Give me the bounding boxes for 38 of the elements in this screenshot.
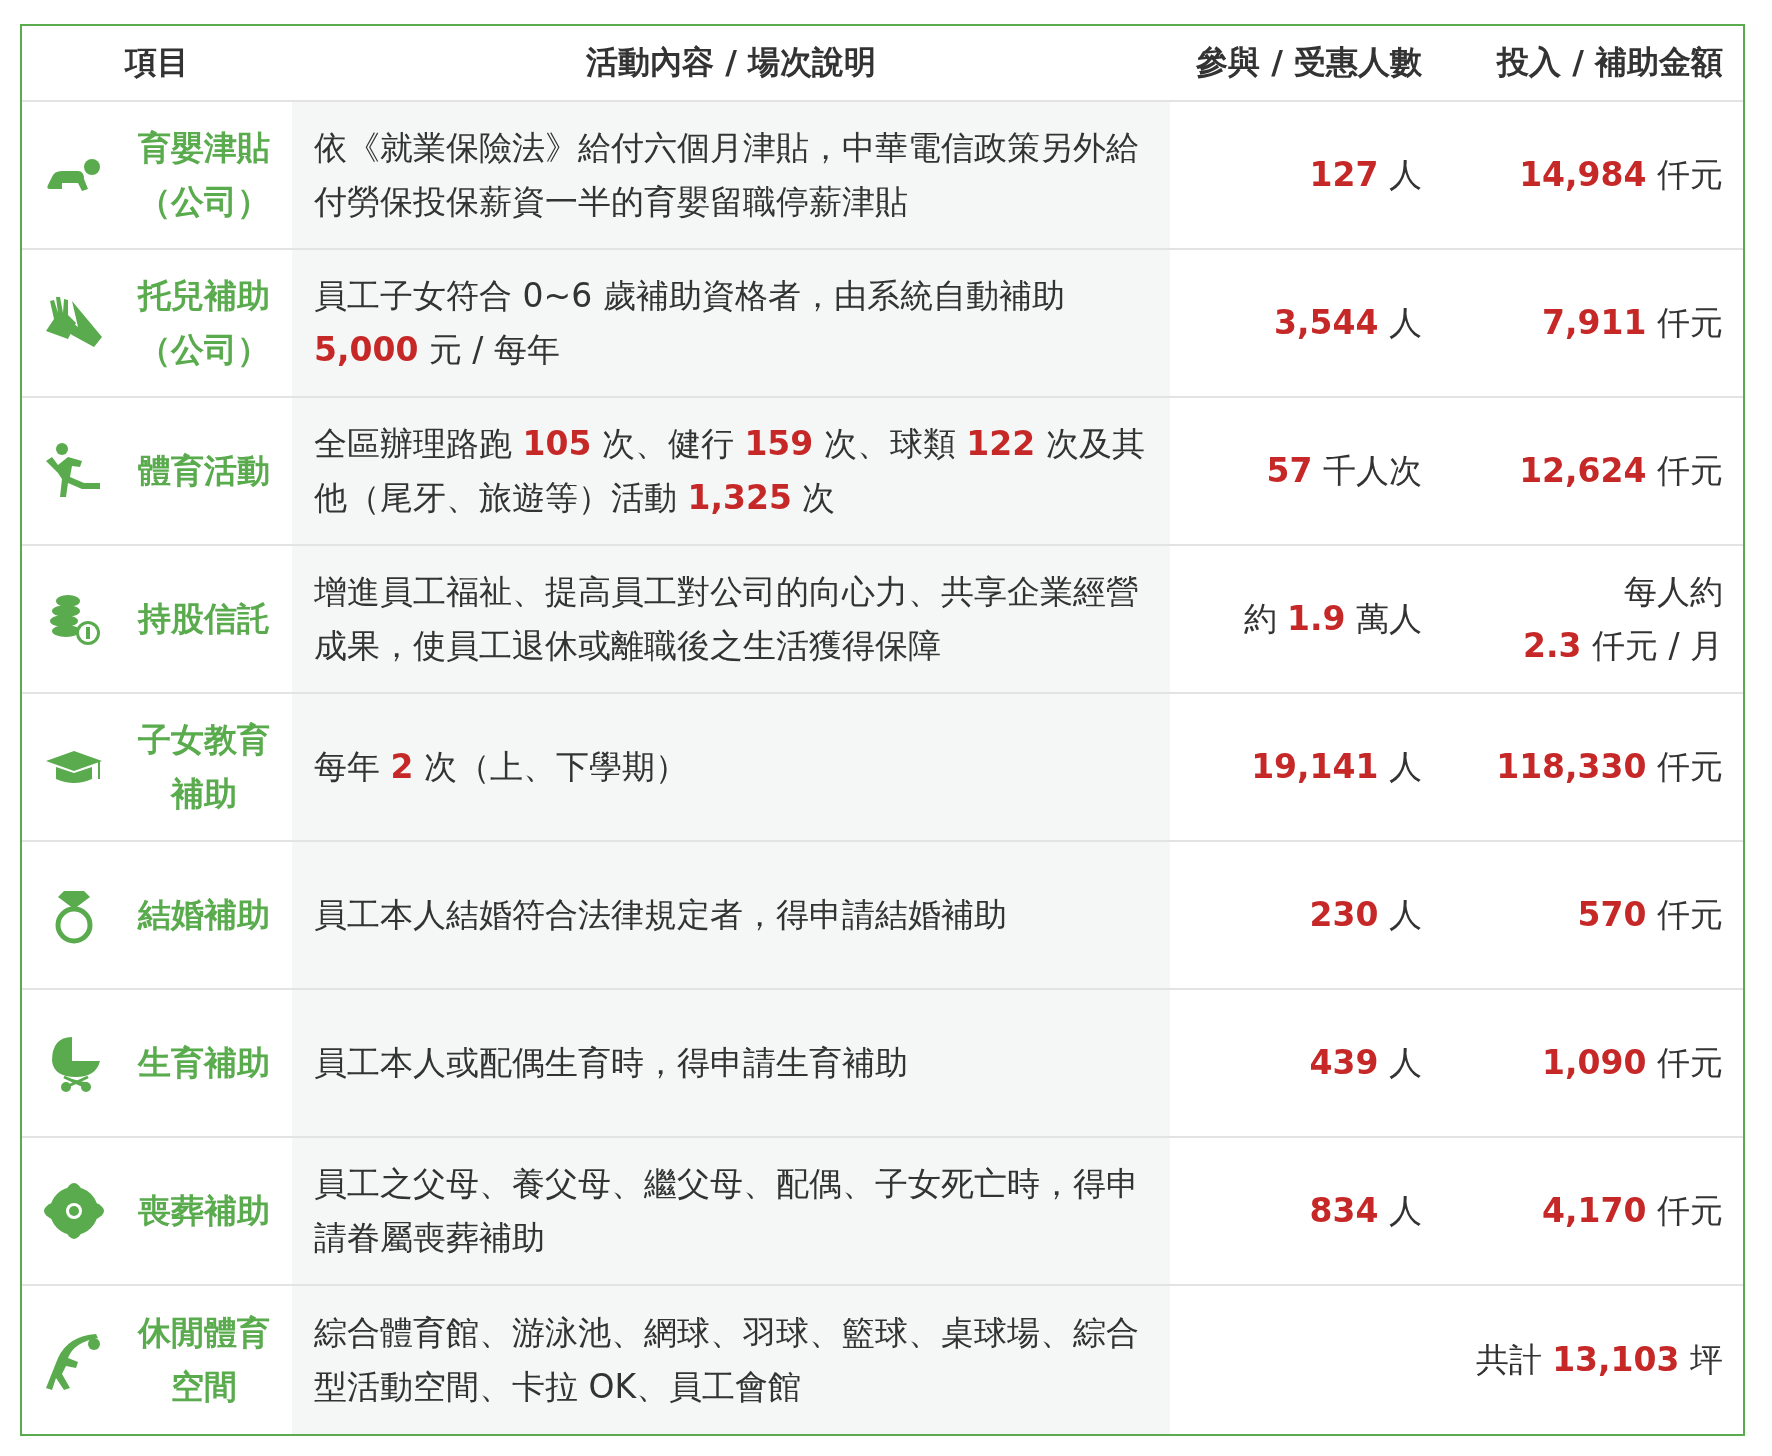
benefit-name: 喪葬補助 [137,1190,271,1232]
amount-value: 共計 13,103 坪 [1475,1339,1723,1381]
column-header: 參與 / 受惠人數 [1170,26,1442,102]
benefit-name: 持股信託 [136,598,271,640]
benefit-name: 休閒體育 空間 [136,1312,271,1408]
amount-value: 14,984 仟元 [1519,154,1723,196]
column-header: 項目 [22,26,292,102]
participant-count: 230 人 [1309,894,1422,936]
participant-count: 約 1.9 萬人 [1243,598,1422,640]
amount-value: 1,090 仟元 [1542,1042,1723,1084]
participant-count: 127 人 [1309,154,1422,196]
benefit-name: 體育活動 [137,450,271,492]
participant-count: 3,544 人 [1274,302,1422,344]
amount-value: 118,330 仟元 [1496,746,1723,788]
participant-count: 439 人 [1309,1042,1422,1084]
benefit-name: 子女教育 補助 [137,719,271,815]
description-text: 增進員工福祉、提高員工對公司的向心力、共享企業經營成果，使員工退休或離職後之生活獲得保障 [314,571,1140,667]
description-text: 員工本人或配偶生育時，得申請生育補助 [314,1042,908,1084]
participant-count: 57 千人次 [1266,450,1422,492]
description-text: 員工之父母、養父母、繼父母、配偶、子女死亡時，得申請眷屬喪葬補助 [314,1163,1140,1259]
amount-value: 4,170 仟元 [1542,1190,1723,1232]
description-text: 綜合體育館、游泳池、網球、羽球、籃球、桌球場、綜合型活動空間、卡拉 OK、員工會館 [314,1312,1140,1408]
description-text: 員工子女符合 0~6 歲補助資格者，由系統自動補助 5,000 元 / 每年 [314,275,1065,371]
amount-value: 570 仟元 [1577,894,1723,936]
participant-count: 834 人 [1309,1190,1422,1232]
description-text: 全區辦理路跑 105 次、健行 159 次、球類 122 次及其他（尾牙、旅遊等）活動 1,325 次 [314,423,1146,519]
benefit-name: 結婚補助 [136,894,271,936]
amount-value: 12,624 仟元 [1519,450,1723,492]
benefit-name: 育嬰津貼 （公司） [137,127,271,223]
participant-count: 19,141 人 [1251,746,1422,788]
description-text: 員工本人結婚符合法律規定者，得申請結婚補助 [314,894,1007,936]
amount-value: 7,911 仟元 [1542,302,1723,344]
description-text: 依《就業保險法》給付六個月津貼，中華電信政策另外給付勞保投保薪資一半的育嬰留職停薪津貼 [314,127,1140,223]
benefit-name: 托兒補助 （公司） [136,275,271,371]
column-header: 投入 / 補助金額 [1442,26,1743,102]
benefit-name: 生育補助 [136,1042,271,1084]
amount-value: 每人約 2.3 仟元 / 月 [1522,571,1723,667]
description-text: 每年 2 次（上、下學期） [314,746,688,788]
